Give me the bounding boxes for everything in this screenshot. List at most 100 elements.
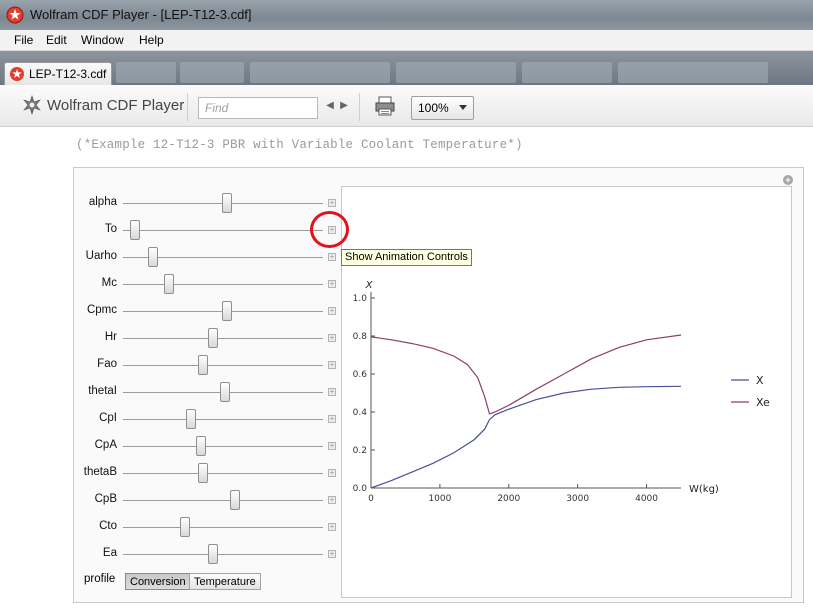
wolfram-document-icon [10, 67, 24, 81]
y-tick-label: 0.2 [353, 446, 367, 456]
zoom-select[interactable]: 100% [411, 96, 474, 120]
menu-bar: File Edit Window Help [0, 30, 813, 51]
tab-bar: LEP-T12-3.cdf [0, 51, 813, 85]
animation-controls-plus-icon[interactable]: + [328, 361, 336, 369]
slider-track[interactable] [123, 419, 323, 420]
find-previous-icon[interactable]: ◀ [325, 100, 335, 112]
title-bar: Wolfram CDF Player - [LEP-T12-3.cdf] [0, 0, 813, 30]
slider-label: CpI [99, 412, 117, 424]
profile-label: profile [84, 573, 116, 585]
print-icon[interactable] [374, 96, 396, 116]
window-title: Wolfram CDF Player - [LEP-T12-3.cdf] [30, 7, 252, 22]
tab-label: LEP-T12-3.cdf [29, 67, 107, 81]
menu-help[interactable]: Help [139, 33, 164, 47]
animation-controls-plus-icon[interactable]: + [328, 469, 336, 477]
brand-name: Wolfram CDF Player [47, 97, 185, 114]
code-comment: (*Example 12-T12-3 PBR with Variable Coo… [76, 138, 523, 152]
slider-thumb[interactable] [186, 409, 196, 429]
toolbar: Wolfram CDF Player ◀ ▶ [0, 85, 813, 127]
x-axis-label: W(kg) [689, 484, 719, 495]
zoom-value: 100% [418, 101, 449, 115]
slider-thumb[interactable] [220, 382, 230, 402]
slider-thumb[interactable] [230, 490, 240, 510]
find-input[interactable] [198, 97, 318, 119]
animation-controls-plus-icon[interactable]: + [328, 199, 336, 207]
slider-label: Cpmc [86, 304, 117, 316]
animation-controls-plus-icon[interactable]: + [328, 334, 336, 342]
chevron-down-icon [459, 105, 467, 110]
slider-label: Mc [101, 277, 117, 289]
wolfram-app-icon [6, 6, 24, 24]
menu-file[interactable]: File [14, 33, 33, 47]
slider-track[interactable] [123, 500, 323, 501]
menu-edit[interactable]: Edit [46, 33, 67, 47]
slider-thumb[interactable] [180, 517, 190, 537]
x-tick-label: 1000 [428, 494, 451, 504]
animation-controls-plus-icon[interactable]: + [328, 280, 336, 288]
y-tick-label: 1.0 [353, 294, 368, 304]
slider-thumb[interactable] [208, 544, 218, 564]
find-next-icon[interactable]: ▶ [339, 100, 349, 112]
legend-label: Xe [756, 396, 770, 409]
slider-label: CpB [94, 493, 117, 505]
x-tick-label: 2000 [497, 494, 520, 504]
slider-thumb[interactable] [196, 436, 206, 456]
slider-label: Fao [97, 358, 117, 370]
slider-thumb[interactable] [130, 220, 140, 240]
x-tick-label: 4000 [635, 494, 658, 504]
y-axis-label: X [365, 280, 374, 291]
slider-thumb[interactable] [208, 328, 218, 348]
slider-label: thetaB [83, 466, 117, 478]
slider-thumb[interactable] [164, 274, 174, 294]
y-tick-label: 0.4 [353, 408, 368, 418]
x-tick-label: 3000 [566, 494, 589, 504]
animation-controls-plus-icon[interactable]: + [328, 307, 336, 315]
slider-track[interactable] [123, 446, 323, 447]
profile-option-temperature[interactable]: Temperature [189, 573, 261, 590]
slider-track[interactable] [123, 365, 323, 366]
animation-controls-plus-icon[interactable]: + [328, 415, 336, 423]
slider-label: thetaI [88, 385, 117, 397]
x-tick-label: 0 [368, 494, 374, 504]
slider-track[interactable] [123, 230, 323, 231]
background-tab [522, 62, 612, 83]
animation-controls-plus-icon[interactable]: + [328, 523, 336, 531]
slider-track[interactable] [123, 473, 323, 474]
slider-label: Hr [104, 331, 117, 343]
animation-controls-plus-icon[interactable]: + [328, 253, 336, 261]
profile-option-conversion[interactable]: Conversion [125, 573, 191, 590]
slider-label: Ea [102, 547, 117, 559]
slider-track[interactable] [123, 284, 323, 285]
slider-thumb[interactable] [198, 463, 208, 483]
y-tick-label: 0.0 [353, 484, 368, 494]
animation-controls-plus-icon[interactable]: + [328, 496, 336, 504]
background-tab [618, 62, 768, 83]
animation-controls-plus-icon[interactable]: + [328, 442, 336, 450]
animation-controls-plus-icon[interactable]: + [328, 550, 336, 558]
slider-thumb[interactable] [148, 247, 158, 267]
slider-label: To [104, 223, 117, 235]
background-tab [180, 62, 244, 83]
slider-thumb[interactable] [222, 193, 232, 213]
slider-label: alpha [88, 196, 117, 208]
slider-label: Uarho [85, 250, 117, 262]
series-line-x [370, 385, 682, 489]
slider-thumb[interactable] [222, 301, 232, 321]
slider-track[interactable] [123, 338, 323, 339]
conversion-chart: 0 1000 2000 3000 4000 0.0 0.2 0.4 0.6 0.8 1.0 X W(kg… [353, 280, 770, 504]
background-tab [250, 62, 390, 83]
background-tab [396, 62, 516, 83]
background-tab [116, 62, 176, 83]
slider-track[interactable] [123, 527, 323, 528]
wolfram-spikey-icon [23, 95, 41, 115]
y-tick-label: 0.8 [353, 332, 368, 342]
slider-track[interactable] [123, 554, 323, 555]
menu-window[interactable]: Window [81, 33, 124, 47]
y-tick-label: 0.6 [353, 370, 368, 380]
tooltip: Show Animation Controls [341, 249, 472, 266]
legend-label: X [756, 374, 764, 387]
options-plus-icon[interactable]: + [783, 175, 793, 185]
tab-document[interactable]: LEP-T12-3.cdf [4, 62, 112, 85]
animation-controls-plus-icon[interactable]: + [328, 388, 336, 396]
slider-thumb[interactable] [198, 355, 208, 375]
